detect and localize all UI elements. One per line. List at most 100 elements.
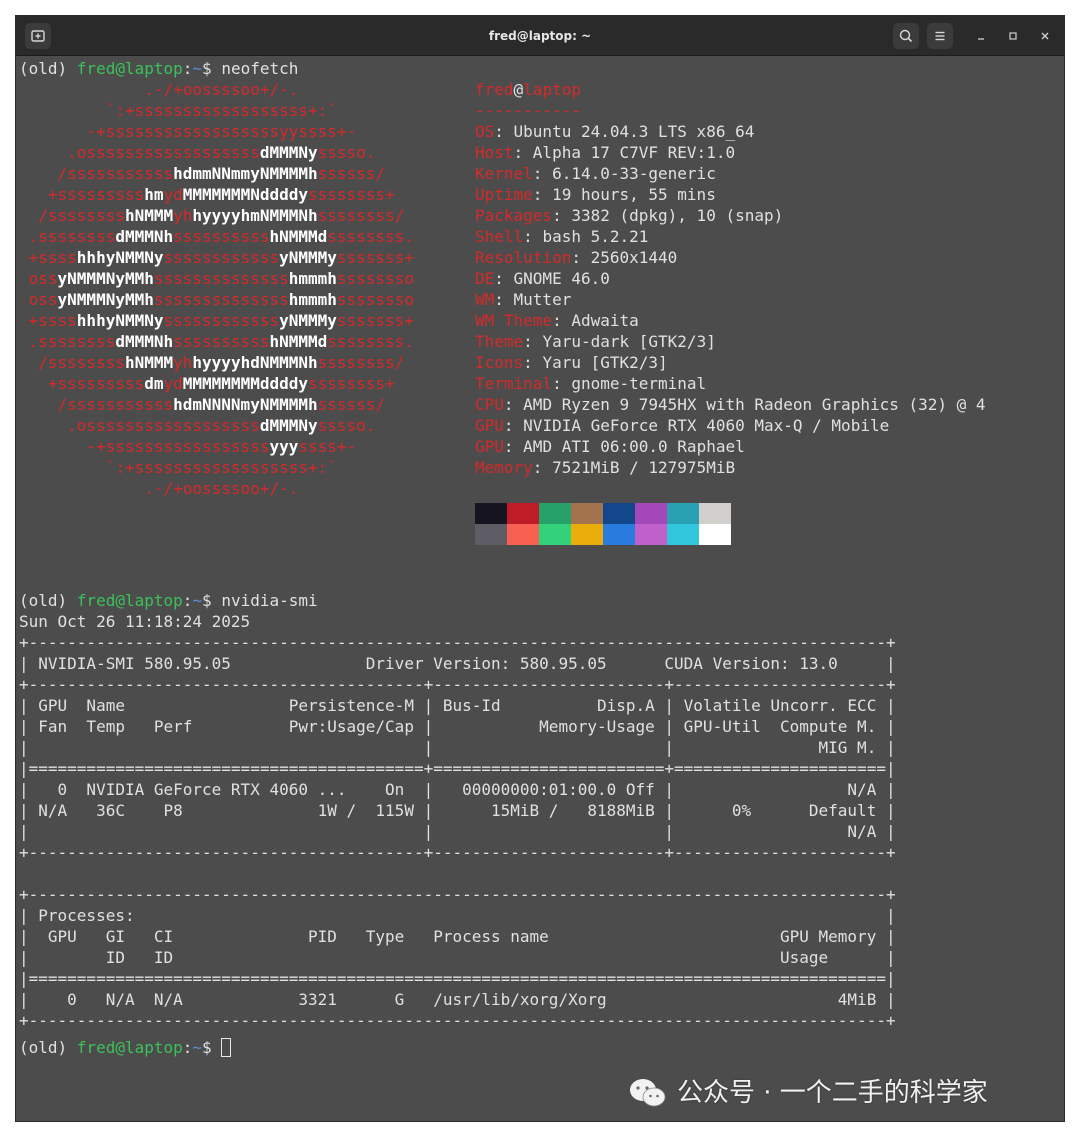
logo-segment: ssssssso (336, 290, 414, 309)
logo-segment: yd (163, 374, 183, 393)
logo-line: +sssshhhyNMMNyssssssssssssyNMMMysssssss+ (19, 247, 414, 268)
sysinfo-value: : AMD ATI 06:00.0 Raphael (503, 437, 745, 456)
sysinfo-key: GPU (475, 437, 504, 456)
prompt-user-host: fred@laptop (76, 59, 183, 78)
logo-segment: yNMMMNyMMh (57, 290, 154, 309)
smi-line: | N/A 36C P8 1W / 115W | 15MiB / 8188MiB… (19, 801, 896, 820)
prompt-path: ~ (192, 1038, 203, 1057)
logo-line: `:+ssssssssssssssssss+:` (19, 457, 337, 478)
color-swatch (571, 524, 603, 545)
logo-line: /ssssssssssshdmmNNmmyNMMMMhssssss/ (19, 163, 386, 184)
conda-env: (old) (19, 1038, 77, 1057)
smi-date: Sun Oct 26 11:18:24 2025 (19, 612, 251, 631)
logo-segment: ssssssssss (173, 227, 270, 246)
sysinfo-key: GPU (475, 416, 504, 435)
logo-line: /ssssssssssshdmNNNNmyNMMMMhssssss/ (19, 394, 386, 415)
logo-segment: ssssssssss (173, 332, 270, 351)
command-text: nvidia-smi (221, 591, 318, 610)
logo-segment: .ssssssss (19, 332, 116, 351)
color-swatch (507, 503, 539, 524)
sysinfo-row: GPU: NVIDIA GeForce RTX 4060 Max-Q / Mob… (475, 415, 889, 436)
search-button[interactable] (893, 23, 919, 49)
smi-line: +---------------------------------------… (19, 843, 896, 862)
sysinfo-value: : 2560x1440 (571, 248, 678, 267)
color-swatch (667, 503, 699, 524)
terminal-output[interactable]: (old) fred@laptop:~$ neofetch .-/+oossss… (19, 58, 1064, 1121)
logo-segment: dMMMNh (115, 227, 174, 246)
logo-segment: hm (144, 185, 164, 204)
smi-line: +---------------------------------------… (19, 675, 896, 694)
logo-line: .-/+oossssoo+/-. (19, 478, 298, 499)
logo-segment: yNMMMy (279, 248, 337, 267)
color-swatch (507, 524, 539, 545)
prompt-separator: : (182, 591, 193, 610)
close-button[interactable] (1035, 26, 1055, 46)
logo-segment: ssssssssssss (163, 248, 280, 267)
text-cursor[interactable] (221, 1038, 232, 1057)
hamburger-menu-icon (935, 31, 945, 41)
sysinfo-key: Shell (475, 227, 524, 246)
sysinfo-at: @ (513, 80, 524, 99)
sysinfo-row: Shell: bash 5.2.21 (475, 226, 648, 247)
smi-line: +---------------------------------------… (19, 885, 896, 904)
sysinfo-key: Icons (475, 353, 524, 372)
logo-line: +sssshhhyNMMNyssssssssssssyNMMMysssssss+ (19, 310, 414, 331)
logo-line: -+sssssssssssssssssyyyssss+- (19, 436, 356, 457)
logo-line: .ssssssssdMMMNhsssssssssshNMMMdssssssss. (19, 331, 414, 352)
logo-line: +sssssssssdmydMMMMMMMMddddyssssssss+ (19, 373, 395, 394)
sysinfo-key: Resolution (475, 248, 572, 267)
prompt-dollar: $ (202, 59, 222, 78)
prompt-path: ~ (192, 59, 203, 78)
sysinfo-value: : Yaru [GTK2/3] (523, 353, 668, 372)
logo-line: .ssssssssdMMMNhsssssssssshNMMMdssssssss. (19, 226, 414, 247)
sysinfo-value: : Yaru-dark [GTK2/3] (523, 332, 716, 351)
maximize-button[interactable] (1003, 26, 1023, 46)
sysinfo-key: Theme (475, 332, 524, 351)
color-swatch (603, 524, 635, 545)
logo-line: .ossssssssssssssssssdMMMNysssso. (19, 415, 375, 436)
logo-segment: +sssssssss (19, 374, 145, 393)
sysinfo-row: Host: Alpha 17 C7VF REV:1.0 (475, 142, 735, 163)
sysinfo-row: WM: Mutter (475, 289, 571, 310)
sysinfo-key: CPU (475, 395, 504, 414)
logo-segment: ssssssssssssss (153, 269, 289, 288)
logo-segment: -+ssssssssssssssssssyyssss+- (19, 122, 357, 141)
smi-line: | NVIDIA-SMI 580.95.05 Driver Version: 5… (19, 654, 896, 673)
logo-line: +ssssssssshmydMMMMMMMNddddyssssssss+ (19, 184, 395, 205)
sysinfo-row: OS: Ubuntu 24.04.3 LTS x86_64 (475, 121, 754, 142)
wechat-icon (630, 1079, 666, 1107)
logo-segment: +ssss (19, 248, 77, 267)
color-swatch (699, 503, 731, 524)
sysinfo-host: laptop (523, 80, 581, 99)
logo-segment: ssss+- (298, 437, 357, 456)
sysinfo-value: : GNOME 46.0 (494, 269, 610, 288)
sysinfo-user: fred (475, 80, 514, 99)
sysinfo-key: Uptime (475, 185, 533, 204)
logo-segment: .ossssssssssssssssss (19, 143, 260, 162)
logo-segment: MMMMMMMMddddy (182, 374, 308, 393)
logo-segment: +sssssssss (19, 185, 145, 204)
logo-segment: yyy (269, 437, 299, 456)
logo-line: /sssssssshNMMMyhhyyyyhdNMMMNhssssssss/ (19, 352, 404, 373)
logo-line: ossyNMMMNyMMhsssssssssssssshmmmhssssssso (19, 268, 414, 289)
logo-line: /sssssssshNMMMyhhyyyyhmNMMMNhssssssss/ (19, 205, 404, 226)
color-swatch (475, 524, 507, 545)
logo-line: .-/+oossssoo+/-. (19, 79, 298, 100)
minimize-button[interactable] (971, 26, 991, 46)
color-swatch (667, 524, 699, 545)
sysinfo-row: Memory: 7521MiB / 127975MiB (475, 457, 735, 478)
logo-segment: `:+ssssssssssssssssss+:` (19, 458, 337, 477)
logo-segment: ssssssss. (327, 332, 414, 351)
logo-segment: ssssssss/ (317, 206, 405, 225)
menu-button[interactable] (927, 23, 953, 49)
prompt-dollar: $ (202, 1038, 222, 1057)
logo-segment: ssssssss+ (308, 374, 395, 393)
sysinfo-row: DE: GNOME 46.0 (475, 268, 610, 289)
logo-segment: /sssssssssss (19, 395, 174, 414)
sysinfo-key: OS (475, 122, 495, 141)
logo-segment: hmmmh (288, 269, 337, 288)
logo-segment: yh (173, 353, 193, 372)
logo-line: ossyNMMMNyMMhsssssssssssssshmmmhssssssso (19, 289, 414, 310)
prompt-dollar: $ (202, 591, 222, 610)
color-swatch (699, 524, 731, 545)
